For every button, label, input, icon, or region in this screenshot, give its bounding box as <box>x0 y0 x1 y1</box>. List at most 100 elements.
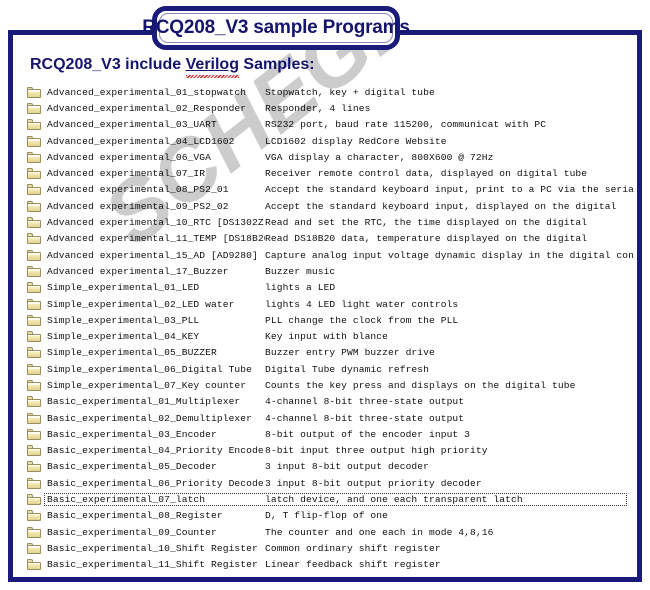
folder-icon <box>26 102 45 114</box>
title-banner: RCQ208_V3 sample Programs <box>142 6 410 50</box>
folder-icon <box>26 445 45 457</box>
list-item-labels[interactable]: Advanced experimental_09_PS2_02 Accept th… <box>45 201 626 212</box>
list-item-labels[interactable]: Simple_experimental_02_LED water lights 4… <box>45 299 626 310</box>
folder-icon <box>26 559 45 571</box>
list-item-labels[interactable]: Advanced_experimental_02_Responder Respon… <box>45 103 626 114</box>
list-item-labels[interactable]: Basic_experimental_01_Multiplexer 4-chann… <box>45 396 626 407</box>
folder-icon <box>26 314 45 326</box>
list-item-labels[interactable]: Advanced_experimental_03_UART RS232 port,… <box>45 119 626 130</box>
folder-icon <box>26 233 45 245</box>
list-item-name: Advanced experimental_17_Buzzer <box>47 265 229 277</box>
list-item-labels[interactable]: Advanced_experimental_01_stopwatch Stopwa… <box>45 87 626 98</box>
list-item-labels[interactable]: Advanced_experimental_04_LCD1602 LCD1602 … <box>45 136 626 147</box>
list-item[interactable]: Basic_experimental_10_Shift Register Comm… <box>26 540 626 556</box>
list-item[interactable]: Simple_experimental_07_Key counter Counts… <box>26 377 626 393</box>
list-item-labels[interactable]: Basic_experimental_02_Demultiplexer 4-cha… <box>45 413 626 424</box>
list-item-name: Advanced experimental_09_PS2_02 <box>47 200 229 212</box>
list-item[interactable]: Basic_experimental_07_latch latch device,… <box>26 491 627 507</box>
list-item-labels[interactable]: Simple_experimental_06_Digital Tube Digit… <box>45 364 626 375</box>
list-item-labels[interactable]: Basic_experimental_04_Priority Encoder 8-… <box>45 445 626 456</box>
list-item[interactable]: Basic_experimental_12_FSMBased Moore-typ… <box>26 573 626 574</box>
list-item-labels[interactable]: Basic_experimental_10_Shift Register Comm… <box>45 543 626 554</box>
list-item-labels[interactable]: Basic_experimental_05_Decoder 3 input 8-b… <box>45 461 626 472</box>
list-item-labels[interactable]: Basic_experimental_03_Encoder 8-bit outpu… <box>45 429 626 440</box>
list-item-name: Basic_experimental_11_Shift Register <box>47 559 258 571</box>
list-item-labels[interactable]: Advanced experimental_17_Buzzer Buzzer mu… <box>45 266 626 277</box>
list-item[interactable]: Simple_experimental_01_LED lights a LED <box>26 280 626 296</box>
list-item-labels[interactable]: Basic_experimental_09_Counter The counter… <box>45 527 626 538</box>
list-item[interactable]: Advanced experimental_06_VGA VGA display … <box>26 149 626 165</box>
list-item[interactable]: Basic_experimental_05_Decoder 3 input 8-b… <box>26 459 626 475</box>
list-item-name: Advanced experimental_07_IR <box>47 168 206 180</box>
list-item-description: Common ordinary shift register <box>265 542 441 554</box>
list-item-labels[interactable]: Advanced experimental_11_TEMP [DS18B20] R… <box>45 233 626 244</box>
list-item-name: Basic_experimental_02_Demultiplexer <box>47 412 253 424</box>
list-item-labels[interactable]: Basic_experimental_07_latch latch device,… <box>44 493 627 507</box>
list-item[interactable]: Advanced experimental_10_RTC [DS1302Z] Re… <box>26 214 626 230</box>
list-item[interactable]: Simple_experimental_05_BUZZER Buzzer entr… <box>26 345 626 361</box>
list-item[interactable]: Basic_experimental_08_Register D, T flip-… <box>26 508 626 524</box>
list-item-labels[interactable]: Advanced experimental_08_PS2_01 Accept th… <box>45 184 634 195</box>
folder-icon <box>26 86 45 98</box>
folder-icon <box>26 347 45 359</box>
list-item[interactable]: Advanced_experimental_04_LCD1602 LCD1602 … <box>26 133 626 149</box>
list-item-name: Basic_experimental_04_Priority Encoder <box>47 445 265 457</box>
list-item-labels[interactable]: Simple_experimental_03_PLL PLL change the… <box>45 315 626 326</box>
folder-icon <box>26 412 45 424</box>
folder-icon <box>26 542 45 554</box>
list-item-labels[interactable]: Basic_experimental_11_Shift Register Line… <box>45 559 626 570</box>
list-item[interactable]: Advanced experimental_08_PS2_01 Accept th… <box>26 182 634 198</box>
folder-icon <box>26 217 45 229</box>
list-item[interactable]: Advanced experimental_09_PS2_02 Accept th… <box>26 198 626 214</box>
list-item[interactable]: Simple_experimental_06_Digital Tube Digit… <box>26 361 626 377</box>
list-item[interactable]: Advanced experimental_11_TEMP [DS18B20] R… <box>26 231 626 247</box>
list-item[interactable]: Advanced_experimental_01_stopwatch Stopwa… <box>26 84 626 100</box>
folder-icon <box>26 298 45 310</box>
list-item-description: D, T flip-flop of one <box>265 510 389 522</box>
list-item-description: 3 input 8-bit output priority decoder <box>265 477 482 489</box>
list-item[interactable]: Simple_experimental_02_LED water lights 4… <box>26 296 626 312</box>
title-banner-inner: RCQ208_V3 sample Programs <box>142 13 410 43</box>
list-item[interactable]: Basic_experimental_11_Shift Register Line… <box>26 557 626 573</box>
list-item-name: Advanced experimental_08_PS2_01 <box>47 184 229 196</box>
folder-list[interactable]: Advanced_experimental_01_stopwatch Stopwa… <box>26 84 634 574</box>
list-item-labels[interactable]: Basic_experimental_08_Register D, T flip-… <box>45 510 626 521</box>
list-item[interactable]: Advanced experimental_07_IR Receiver remo… <box>26 165 626 181</box>
list-item-labels[interactable]: Advanced experimental_10_RTC [DS1302Z] Re… <box>45 217 626 228</box>
list-item[interactable]: Basic_experimental_02_Demultiplexer 4-cha… <box>26 410 626 426</box>
list-item-description: The counter and one each in mode 4,8,16 <box>265 526 494 538</box>
list-item-labels[interactable]: Simple_experimental_01_LED lights a LED <box>45 282 626 293</box>
list-item-labels[interactable]: Simple_experimental_04_KEY Key input with… <box>45 331 626 342</box>
folder-icon <box>26 477 45 489</box>
page-root: SCHEGHEEK RCQ208_V3 include Verilog Samp… <box>0 0 650 590</box>
list-item-name: Simple_experimental_06_Digital Tube <box>47 363 253 375</box>
list-item[interactable]: Basic_experimental_09_Counter The counter… <box>26 524 626 540</box>
list-item[interactable]: Basic_experimental_04_Priority Encoder 8-… <box>26 443 626 459</box>
list-item[interactable]: Advanced experimental_15_AD [AD9280] Capt… <box>26 247 634 263</box>
list-item[interactable]: Basic_experimental_03_Encoder 8-bit outpu… <box>26 426 626 442</box>
folder-icon <box>26 184 45 196</box>
list-item[interactable]: Advanced_experimental_02_Responder Respon… <box>26 100 626 116</box>
list-item-description: Digital Tube dynamic refresh <box>265 363 430 375</box>
list-item-labels[interactable]: Basic_experimental_06_Priority Decoder 3 … <box>45 478 626 489</box>
list-item-name: Simple_experimental_03_PLL <box>47 314 200 326</box>
list-item-labels[interactable]: Advanced experimental_07_IR Receiver remo… <box>45 168 626 179</box>
heading-suffix: Samples: <box>238 56 315 73</box>
list-item[interactable]: Basic_experimental_01_Multiplexer 4-chann… <box>26 394 626 410</box>
folder-icon <box>26 510 45 522</box>
folder-icon <box>26 282 45 294</box>
list-item[interactable]: Simple_experimental_03_PLL PLL change the… <box>26 312 626 328</box>
list-item-labels[interactable]: Simple_experimental_05_BUZZER Buzzer entr… <box>45 347 626 358</box>
list-item-description: lights 4 LED light water controls <box>265 298 459 310</box>
list-item[interactable]: Basic_experimental_06_Priority Decoder 3 … <box>26 475 626 491</box>
list-item-labels[interactable]: Advanced experimental_06_VGA VGA display … <box>45 152 626 163</box>
list-item[interactable]: Advanced experimental_17_Buzzer Buzzer mu… <box>26 263 626 279</box>
folder-icon <box>26 119 45 131</box>
list-item-name: Basic_experimental_01_Multiplexer <box>47 396 241 408</box>
list-item-labels[interactable]: Advanced experimental_15_AD [AD9280] Capt… <box>45 250 634 261</box>
folder-icon <box>26 396 45 408</box>
list-item[interactable]: Advanced_experimental_03_UART RS232 port,… <box>26 117 626 133</box>
list-item-labels[interactable]: Simple_experimental_07_Key counter Counts… <box>45 380 626 391</box>
heading-spellchecked-word: Verilog <box>185 56 240 78</box>
list-item[interactable]: Simple_experimental_04_KEY Key input with… <box>26 328 626 344</box>
